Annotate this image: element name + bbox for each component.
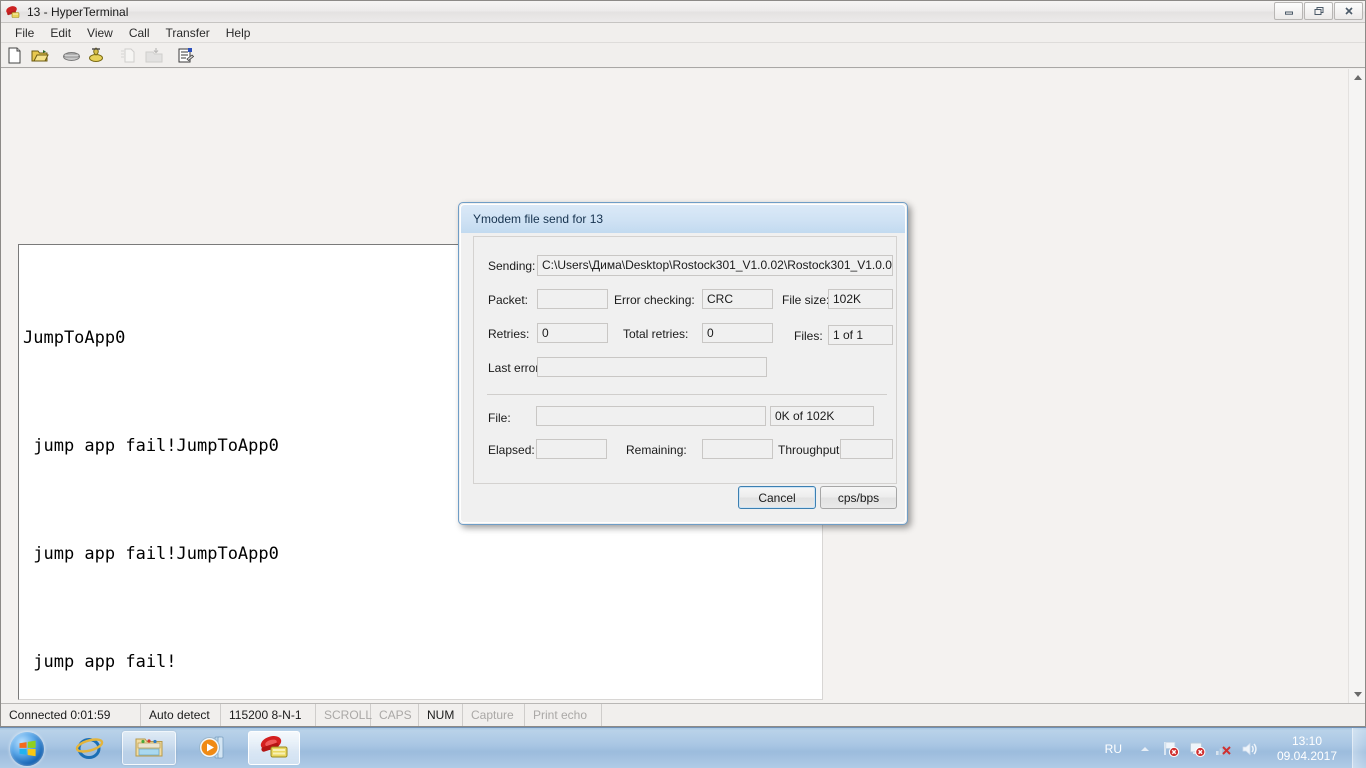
cancel-button-label: Cancel	[758, 490, 796, 505]
menu-transfer[interactable]: Transfer	[158, 24, 218, 42]
hyperterminal-phone-icon	[5, 4, 21, 20]
network-offline-icon[interactable]	[1213, 739, 1233, 759]
terminal-line: jump app fail!JumpToApp0	[23, 544, 279, 564]
volume-icon[interactable]	[1239, 739, 1259, 759]
field-last-error	[537, 357, 767, 377]
internet-explorer-icon	[75, 738, 104, 759]
system-tray: RU 13:10 09.04.2017	[1105, 728, 1366, 768]
field-throughput	[840, 439, 893, 459]
status-capture: Capture	[463, 704, 525, 726]
field-sending: C:\Users\Дима\Desktop\Rostock301_V1.0.02…	[537, 255, 893, 276]
open-file-icon[interactable]	[28, 45, 51, 67]
disconnect-icon[interactable]	[85, 45, 108, 67]
file-progress-text: 0K of 102K	[770, 406, 874, 426]
clock-time: 13:10	[1291, 733, 1323, 748]
close-button[interactable]	[1334, 2, 1363, 20]
status-num: NUM	[419, 704, 463, 726]
window-controls	[1273, 2, 1363, 20]
dialog-titlebar[interactable]: Ymodem file send for 13	[461, 205, 905, 233]
cps-bps-button[interactable]: cps/bps	[820, 486, 897, 509]
window-title: 13 - HyperTerminal	[27, 4, 129, 19]
media-player-icon	[199, 736, 224, 759]
menu-call[interactable]: Call	[121, 24, 158, 42]
call-icon[interactable]	[60, 45, 83, 67]
field-total-retries: 0	[702, 323, 773, 343]
label-files: Files:	[794, 329, 823, 343]
scroll-up-icon[interactable]	[1349, 69, 1366, 86]
status-autodetect: Auto detect	[141, 704, 221, 726]
field-packet	[537, 289, 608, 309]
field-files: 1 of 1	[828, 325, 893, 345]
label-total-retries: Total retries:	[623, 327, 689, 341]
label-file: File:	[488, 411, 511, 425]
label-throughput: Throughput:	[778, 443, 843, 457]
taskbar: RU 13:10 09.04.2017	[0, 727, 1366, 768]
window-titlebar[interactable]: 13 - HyperTerminal	[1, 1, 1365, 23]
flag-error-icon[interactable]	[1161, 739, 1181, 759]
restore-button[interactable]	[1304, 2, 1333, 20]
hyperterminal-icon	[260, 736, 288, 758]
taskbar-item-media-player[interactable]	[186, 731, 240, 765]
field-retries: 0	[537, 323, 608, 343]
label-packet: Packet:	[488, 293, 529, 307]
taskbar-item-hyperterminal[interactable]	[248, 731, 300, 765]
label-sending: Sending:	[488, 259, 536, 273]
menu-view[interactable]: View	[79, 24, 121, 42]
statusbar: Connected 0:01:59 Auto detect 115200 8-N…	[1, 703, 1365, 726]
field-elapsed	[536, 439, 607, 459]
menubar: File Edit View Call Transfer Help	[1, 23, 1365, 43]
start-button[interactable]	[2, 729, 52, 768]
new-connection-icon[interactable]	[3, 45, 26, 67]
status-filler	[602, 704, 1365, 726]
label-error-checking: Error checking:	[614, 293, 695, 307]
cancel-button[interactable]: Cancel	[738, 486, 816, 509]
label-file-size: File size:	[782, 293, 830, 307]
label-retries: Retries:	[488, 327, 530, 341]
terminal-line: jump app fail!	[23, 652, 177, 672]
tray-language[interactable]: RU	[1105, 742, 1122, 756]
menu-edit[interactable]: Edit	[42, 24, 79, 42]
field-error-checking: CRC	[702, 289, 773, 309]
windows-explorer-icon	[135, 738, 163, 757]
show-desktop-button[interactable]	[1352, 728, 1366, 768]
field-remaining	[702, 439, 773, 459]
properties-icon[interactable]	[174, 45, 197, 67]
cps-bps-button-label: cps/bps	[837, 490, 880, 505]
receive-file-icon	[142, 45, 165, 67]
send-file-icon	[117, 45, 140, 67]
taskbar-item-windows-explorer[interactable]	[122, 731, 176, 765]
status-caps: CAPS	[371, 704, 419, 726]
clock[interactable]: 13:10 09.04.2017	[1268, 734, 1346, 764]
label-last-error: Last error:	[488, 361, 543, 375]
field-file-size: 102K	[828, 289, 893, 309]
dialog-inner: Ymodem file send for 13 Sending: C:\User…	[460, 204, 906, 523]
status-port-settings: 115200 8-N-1	[221, 704, 316, 726]
toolbar	[1, 44, 1365, 68]
status-scroll: SCROLL	[316, 704, 372, 726]
clock-date: 09.04.2017	[1276, 748, 1338, 763]
chevron-up-icon[interactable]	[1135, 739, 1155, 759]
action-center-error-icon[interactable]	[1187, 739, 1207, 759]
taskbar-item-internet-explorer[interactable]	[62, 731, 116, 765]
scroll-down-icon[interactable]	[1349, 686, 1366, 703]
screen: 13 - HyperTerminal File Edit View Call T…	[0, 0, 1366, 768]
menu-help[interactable]: Help	[218, 24, 259, 42]
status-print-echo: Print echo	[525, 704, 602, 726]
menu-file[interactable]: File	[7, 24, 42, 42]
label-elapsed: Elapsed:	[488, 443, 535, 457]
label-remaining: Remaining:	[626, 443, 687, 457]
transfer-groupbox: Sending: C:\Users\Дима\Desktop\Rostock30…	[473, 236, 897, 484]
minimize-button[interactable]	[1274, 2, 1303, 20]
file-progress-bar	[536, 406, 766, 426]
start-orb-icon	[10, 731, 44, 766]
vertical-scrollbar[interactable]	[1348, 69, 1365, 703]
status-connected: Connected 0:01:59	[1, 704, 141, 726]
dialog-title: Ymodem file send for 13	[473, 212, 604, 226]
ymodem-send-dialog: Ymodem file send for 13 Sending: C:\User…	[458, 202, 908, 525]
dialog-divider	[487, 394, 887, 395]
